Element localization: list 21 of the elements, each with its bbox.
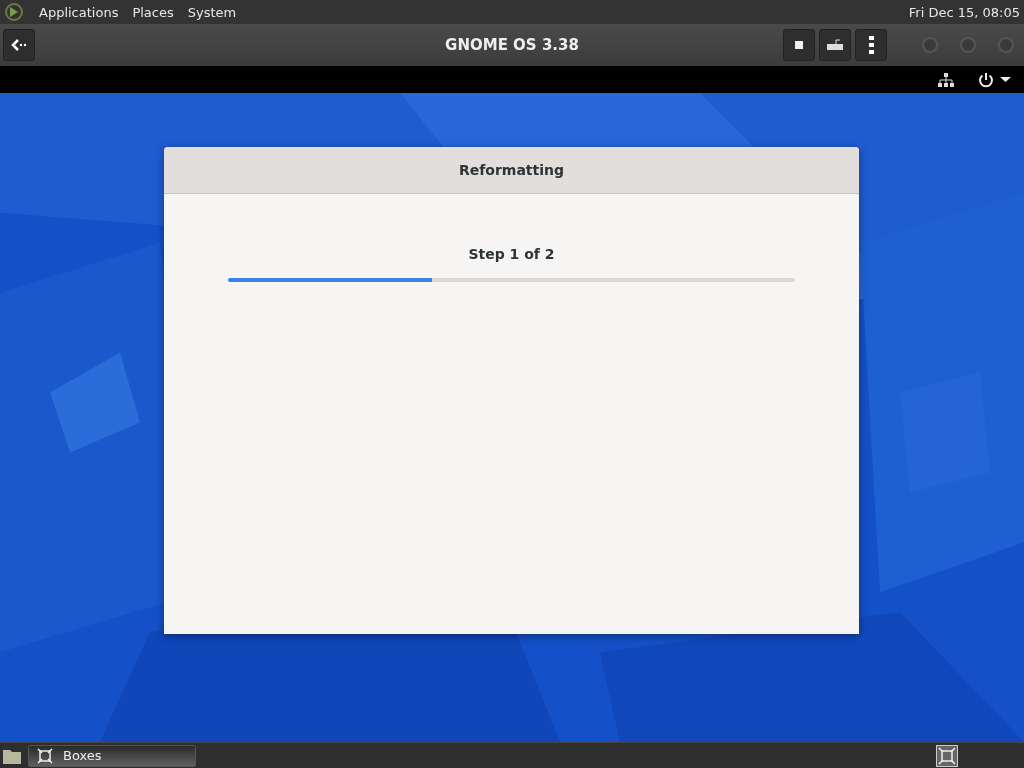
stop-icon [794,40,804,50]
back-arrow-icon [11,38,27,52]
keyboard-button[interactable] [819,29,851,61]
stop-button[interactable] [783,29,815,61]
boxes-app-icon [37,747,53,764]
panel-menu[interactable]: System [182,4,242,20]
panel-menu[interactable]: Places [127,4,179,20]
window-title: GNOME OS 3.38 [445,36,579,54]
menu-logo-icon[interactable] [4,2,24,22]
power-icon[interactable] [978,71,1012,88]
network-icon[interactable] [938,71,954,88]
taskbar-button[interactable]: Boxes [28,744,196,767]
dialog-title: Reformatting [458,162,565,178]
step-label: Step 1 of 2 [468,246,555,262]
panel-menu[interactable]: Applications [34,4,124,20]
keyboard-icon [826,39,844,51]
workspace-icon[interactable] [936,744,958,767]
menu-button[interactable] [855,29,887,61]
menu-icon [868,36,874,54]
back-button[interactable] [3,29,35,61]
clock[interactable]: Fri Dec 15, 08:05 [908,4,1020,20]
